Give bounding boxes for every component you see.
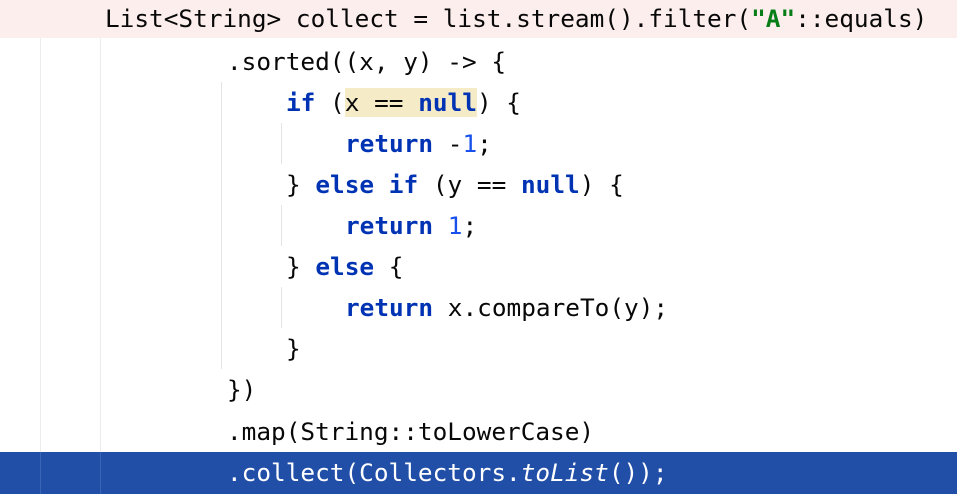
code-token: ()); — [608, 458, 668, 487]
code-line-7[interactable]: } else { — [0, 246, 957, 287]
code-token: else — [315, 252, 375, 281]
code-text: List<String> collect = list.stream().fil… — [105, 0, 927, 38]
code-text: .collect(Collectors.toList()); — [227, 452, 668, 494]
code-line-9[interactable]: } — [0, 328, 957, 369]
code-token: (y == — [418, 170, 521, 199]
code-token: if — [286, 88, 316, 117]
code-token: .map(String::toLowerCase) — [227, 417, 595, 446]
code-line-3[interactable]: if (x == null) { — [0, 82, 957, 123]
code-token: ) { — [579, 170, 624, 199]
gutter-separator-2 — [100, 452, 101, 494]
code-text: .map(String::toLowerCase) — [227, 411, 594, 452]
code-text: } else { — [286, 246, 404, 287]
code-token: } — [286, 334, 301, 363]
code-text: return -1; — [345, 123, 492, 164]
code-token: ; — [477, 129, 492, 158]
code-token: null — [520, 170, 580, 199]
code-token: - — [433, 129, 463, 158]
code-line-12-selected[interactable]: .collect(Collectors.toList()); — [0, 452, 957, 494]
code-line-4[interactable]: return -1; — [0, 123, 957, 164]
code-token: 1 — [447, 211, 463, 240]
code-token: else if — [315, 170, 419, 199]
code-token: 1 — [462, 129, 478, 158]
code-text: if (x == null) { — [286, 82, 521, 123]
code-text: .sorted((x, y) -> { — [227, 41, 506, 82]
code-line-2[interactable]: .sorted((x, y) -> { — [0, 41, 957, 82]
code-token: x.compareTo(y); — [433, 293, 669, 322]
code-text: } else if (y == null) { — [286, 164, 624, 205]
code-token: ; — [462, 211, 478, 240]
code-line-6[interactable]: return 1; — [0, 205, 957, 246]
code-line-8[interactable]: return x.compareTo(y); — [0, 287, 957, 328]
code-token: return — [345, 211, 434, 240]
code-text: return 1; — [345, 205, 477, 246]
code-token: x == — [344, 88, 419, 117]
code-token: .sorted((x, y) -> { — [227, 47, 507, 76]
code-token: { — [374, 252, 404, 281]
code-editor[interactable]: List<String> collect = list.stream().fil… — [0, 0, 957, 494]
code-text: }) — [227, 369, 256, 410]
code-line-10[interactable]: }) — [0, 369, 957, 410]
code-token: ::equals) — [795, 4, 928, 33]
code-token: ( — [315, 88, 345, 117]
code-line-1[interactable]: List<String> collect = list.stream().fil… — [0, 0, 957, 38]
gutter-separator — [40, 452, 41, 494]
code-line-5[interactable]: } else if (y == null) { — [0, 164, 957, 205]
code-token: return — [345, 293, 434, 322]
code-token: }) — [227, 375, 257, 404]
code-token: null — [418, 88, 477, 117]
code-text: } — [286, 328, 301, 369]
code-token: toList — [520, 458, 609, 487]
code-token: } — [286, 252, 316, 281]
code-token: .collect(Collectors. — [227, 458, 521, 487]
code-token: List<String> collect = list.stream().fil… — [105, 4, 752, 33]
code-token: "A" — [751, 4, 796, 33]
code-token: return — [345, 129, 434, 158]
code-line-11[interactable]: .map(String::toLowerCase) — [0, 411, 957, 452]
code-token: ) { — [476, 88, 521, 117]
code-token: } — [286, 170, 316, 199]
code-text: return x.compareTo(y); — [345, 287, 668, 328]
